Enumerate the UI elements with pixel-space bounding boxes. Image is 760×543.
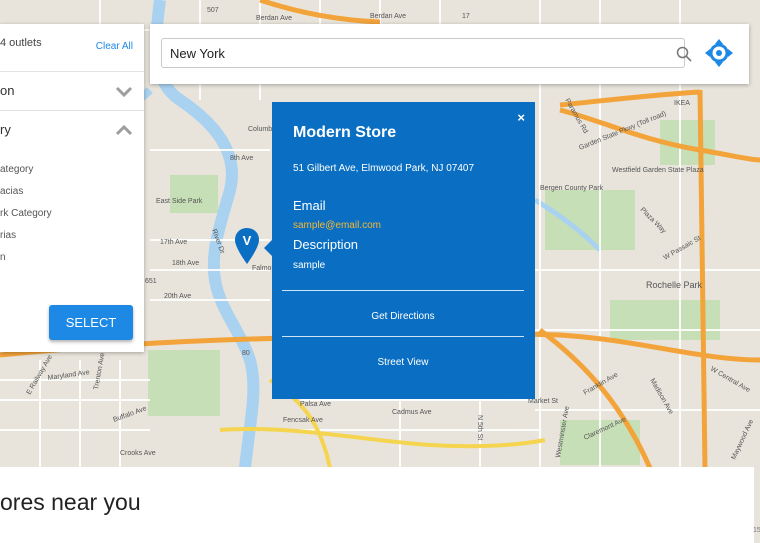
- map-label: 17th Ave: [160, 239, 187, 246]
- street-view-button[interactable]: Street View: [282, 357, 524, 368]
- outlets-count: 4 outlets: [0, 37, 42, 49]
- description-label: Description: [293, 237, 359, 252]
- filter-section-category[interactable]: ry: [0, 122, 11, 137]
- map-label: 17: [462, 13, 470, 20]
- map-label: N 5th St: [476, 415, 483, 440]
- email-link[interactable]: sample@email.com: [293, 220, 381, 231]
- map-label: Westfield Garden State Plaza: [612, 167, 704, 174]
- clear-all-link[interactable]: Clear All: [96, 41, 133, 52]
- stores-list-card: ores near you: [0, 467, 754, 543]
- map-label: Bergen County Park: [540, 185, 604, 192]
- map-label: Rochelle Park: [646, 280, 703, 290]
- map-label: 80: [242, 350, 250, 357]
- map-marker-icon: V: [235, 228, 259, 264]
- filter-section-location[interactable]: on: [0, 83, 14, 98]
- filter-panel: 4 outlets Clear All on ry ategory acias …: [0, 24, 144, 352]
- marker-letter: V: [243, 233, 252, 248]
- email-label: Email: [293, 198, 326, 213]
- close-icon[interactable]: ×: [517, 110, 525, 125]
- category-item[interactable]: acias: [0, 186, 23, 197]
- crosshair-locate-icon[interactable]: [705, 39, 733, 67]
- store-name: Modern Store: [293, 124, 397, 141]
- chevron-down-icon[interactable]: [115, 86, 133, 98]
- category-item[interactable]: n: [0, 252, 6, 263]
- map-label: Cadmus Ave: [392, 409, 432, 416]
- search-input[interactable]: [161, 38, 685, 68]
- map-label: East Side Park: [156, 198, 203, 205]
- map-label: 8th Ave: [230, 155, 253, 162]
- store-marker[interactable]: V: [235, 228, 259, 264]
- store-info-popup: × Modern Store 51 Gilbert Ave, Elmwood P…: [264, 102, 535, 399]
- category-item[interactable]: rk Category: [0, 208, 52, 219]
- stores-near-you-heading: ores near you: [0, 489, 141, 515]
- map-label: 20th Ave: [164, 293, 191, 300]
- map-label: Crooks Ave: [120, 450, 156, 457]
- map-label: 18th Ave: [172, 260, 199, 267]
- map-label: Market St: [528, 398, 558, 405]
- divider: [0, 71, 144, 72]
- get-directions-button[interactable]: Get Directions: [282, 311, 524, 322]
- divider: [282, 290, 524, 291]
- chevron-up-icon[interactable]: [115, 124, 133, 136]
- category-item[interactable]: rias: [0, 230, 16, 241]
- search-icon[interactable]: [676, 46, 692, 62]
- divider: [282, 336, 524, 337]
- map-label: Fencsak Ave: [283, 417, 323, 424]
- map-label: Palsa Ave: [300, 401, 331, 408]
- popup-pointer: [264, 240, 272, 256]
- category-item[interactable]: ategory: [0, 164, 33, 175]
- map-label: Berdan Ave: [370, 13, 406, 20]
- map-label: IKEA: [674, 100, 690, 107]
- select-button[interactable]: SELECT: [49, 305, 133, 340]
- map-label: 507: [207, 7, 219, 14]
- store-address: 51 Gilbert Ave, Elmwood Park, NJ 07407: [293, 163, 475, 174]
- description-value: sample: [293, 260, 326, 271]
- search-bar: [150, 24, 749, 84]
- map-label: 651: [145, 278, 157, 285]
- map-label: Berdan Ave: [256, 15, 292, 22]
- divider: [0, 110, 144, 111]
- corner-number: 15: [753, 527, 760, 534]
